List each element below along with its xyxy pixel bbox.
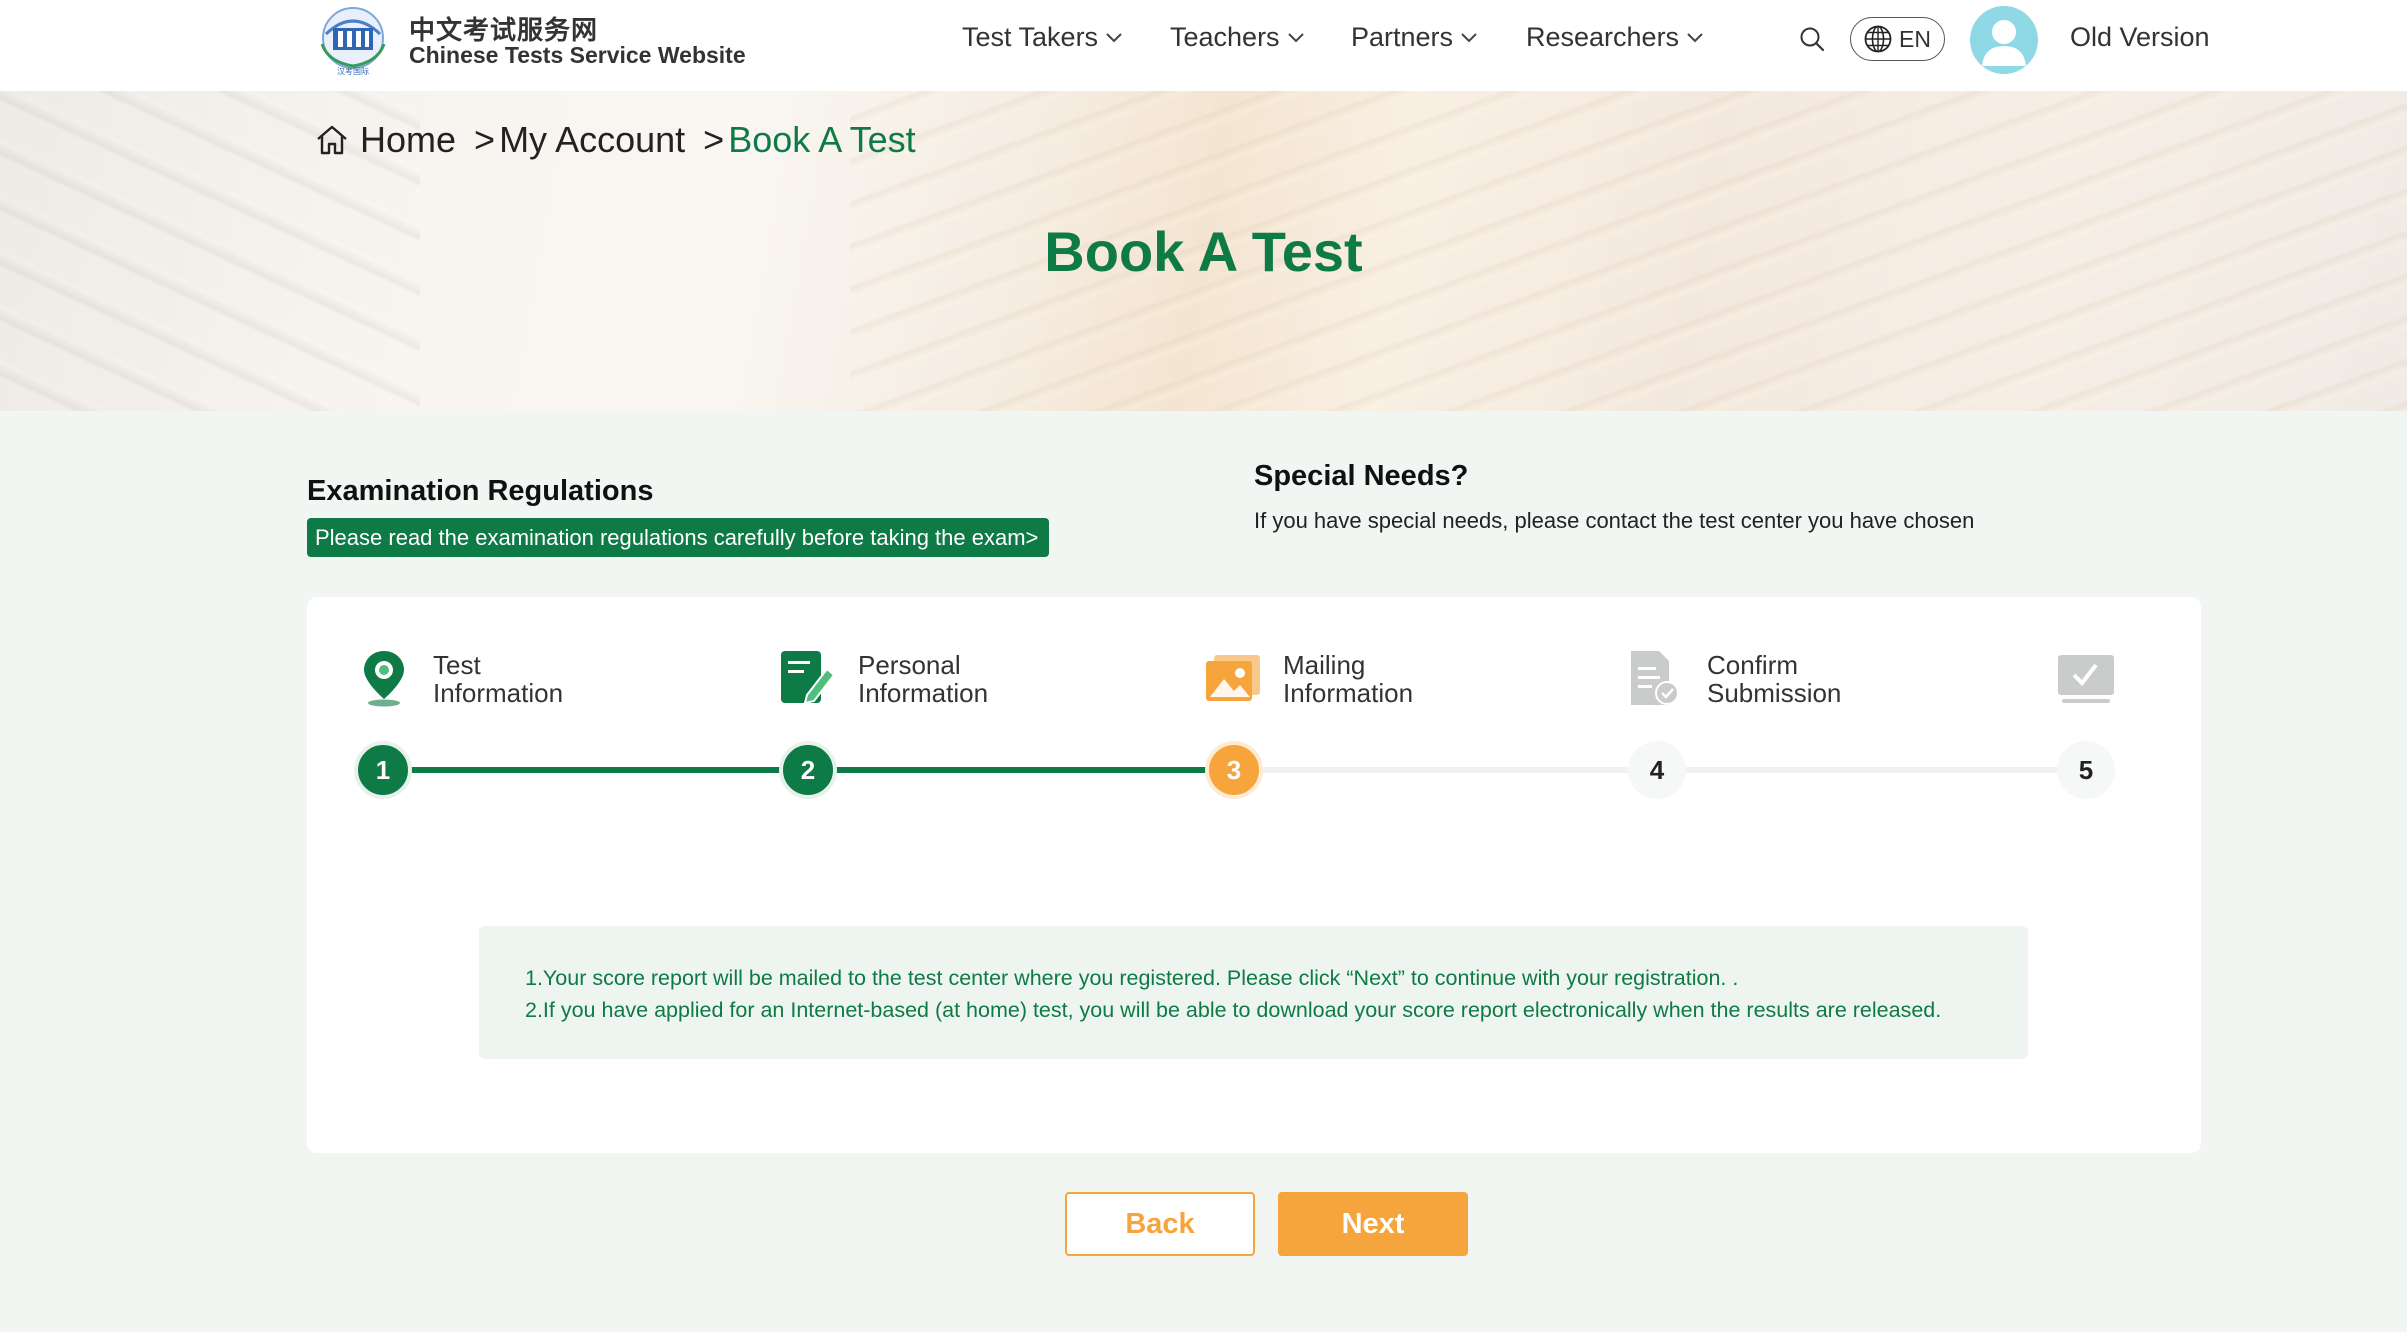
mailing-image-icon xyxy=(1206,655,1260,701)
breadcrumb-separator: > xyxy=(703,119,725,160)
step-2-label: Personal Information xyxy=(858,650,989,708)
back-button[interactable]: Back xyxy=(1065,1192,1255,1256)
step-2-circle[interactable]: 2 xyxy=(779,741,837,799)
nav-label: Researchers xyxy=(1526,22,1680,52)
user-avatar[interactable] xyxy=(1970,6,2038,74)
chevron-down-icon xyxy=(1461,32,1477,42)
chevron-down-icon xyxy=(1106,32,1122,42)
special-needs-title: Special Needs? xyxy=(1254,460,1469,492)
breadcrumb-separator: > xyxy=(474,119,496,160)
step-4-circle: 4 xyxy=(1628,741,1686,799)
step-3-circle[interactable]: 3 xyxy=(1205,741,1263,799)
edit-form-icon xyxy=(781,651,836,705)
next-button[interactable]: Next xyxy=(1278,1192,1468,1256)
regulations-title: Examination Regulations xyxy=(307,475,654,507)
brand-name-english: Chinese Tests Service Website xyxy=(409,42,746,68)
search-icon[interactable] xyxy=(1798,25,1826,53)
language-label: EN xyxy=(1899,25,1931,52)
nav-label: Test Takers xyxy=(962,22,1099,52)
booking-card: Test Information Personal Information Mail… xyxy=(307,597,2201,1153)
breadcrumb-current: Book A Test xyxy=(728,119,916,160)
location-pin-icon xyxy=(364,651,404,707)
nav-teachers[interactable]: Teachers xyxy=(1170,22,1306,53)
step-1-label: Test Information xyxy=(433,650,564,708)
page-title: Book A Test xyxy=(1044,220,1363,283)
special-needs-text: If you have special needs, please contac… xyxy=(1254,508,1975,533)
chevron-down-icon xyxy=(1687,32,1703,42)
breadcrumb-my-account[interactable]: My Account xyxy=(499,119,685,161)
home-icon[interactable] xyxy=(314,122,350,158)
step-5-circle: 5 xyxy=(2057,741,2115,799)
logo-caption: 汉考国际 xyxy=(337,67,369,76)
chevron-down-icon xyxy=(1287,32,1304,42)
nav-label: Teachers xyxy=(1170,22,1280,52)
old-version-link[interactable]: Old Version xyxy=(2070,22,2210,53)
site-logo[interactable]: 汉考国际 xyxy=(308,4,398,76)
nav-researchers[interactable]: Researchers xyxy=(1526,22,1705,53)
step-3-label: Mailing Information xyxy=(1283,650,1414,708)
mailing-notice: 1.Your score report will be mailed to th… xyxy=(479,926,2028,1059)
notice-line-2: 2.If you have applied for an Internet-ba… xyxy=(525,998,1942,1022)
monitor-check-icon xyxy=(2058,655,2114,703)
nav-label: Partners xyxy=(1351,22,1454,52)
step-1-circle[interactable]: 1 xyxy=(354,741,412,799)
breadcrumb-home[interactable]: Home xyxy=(360,119,456,161)
hero-banner: Home > My Account > Book A Test Book A T… xyxy=(0,91,2407,411)
language-switcher[interactable]: EN xyxy=(1850,17,1945,61)
globe-icon xyxy=(1864,25,1892,53)
step-4-label: Confirm Submission xyxy=(1707,650,1842,708)
regulations-link[interactable]: Please read the examination regulations … xyxy=(307,518,1049,557)
site-header: 汉考国际 中文考试服务网 Chinese Tests Service Websi… xyxy=(0,0,2407,91)
user-icon xyxy=(1982,20,2026,66)
nav-test-takers[interactable]: Test Takers xyxy=(962,22,1124,53)
nav-partners[interactable]: Partners xyxy=(1351,22,1479,53)
document-check-icon xyxy=(1631,651,1679,705)
notice-line-1: 1.Your score report will be mailed to th… xyxy=(525,966,1739,990)
breadcrumb: Home > My Account > Book A Test xyxy=(314,119,916,161)
